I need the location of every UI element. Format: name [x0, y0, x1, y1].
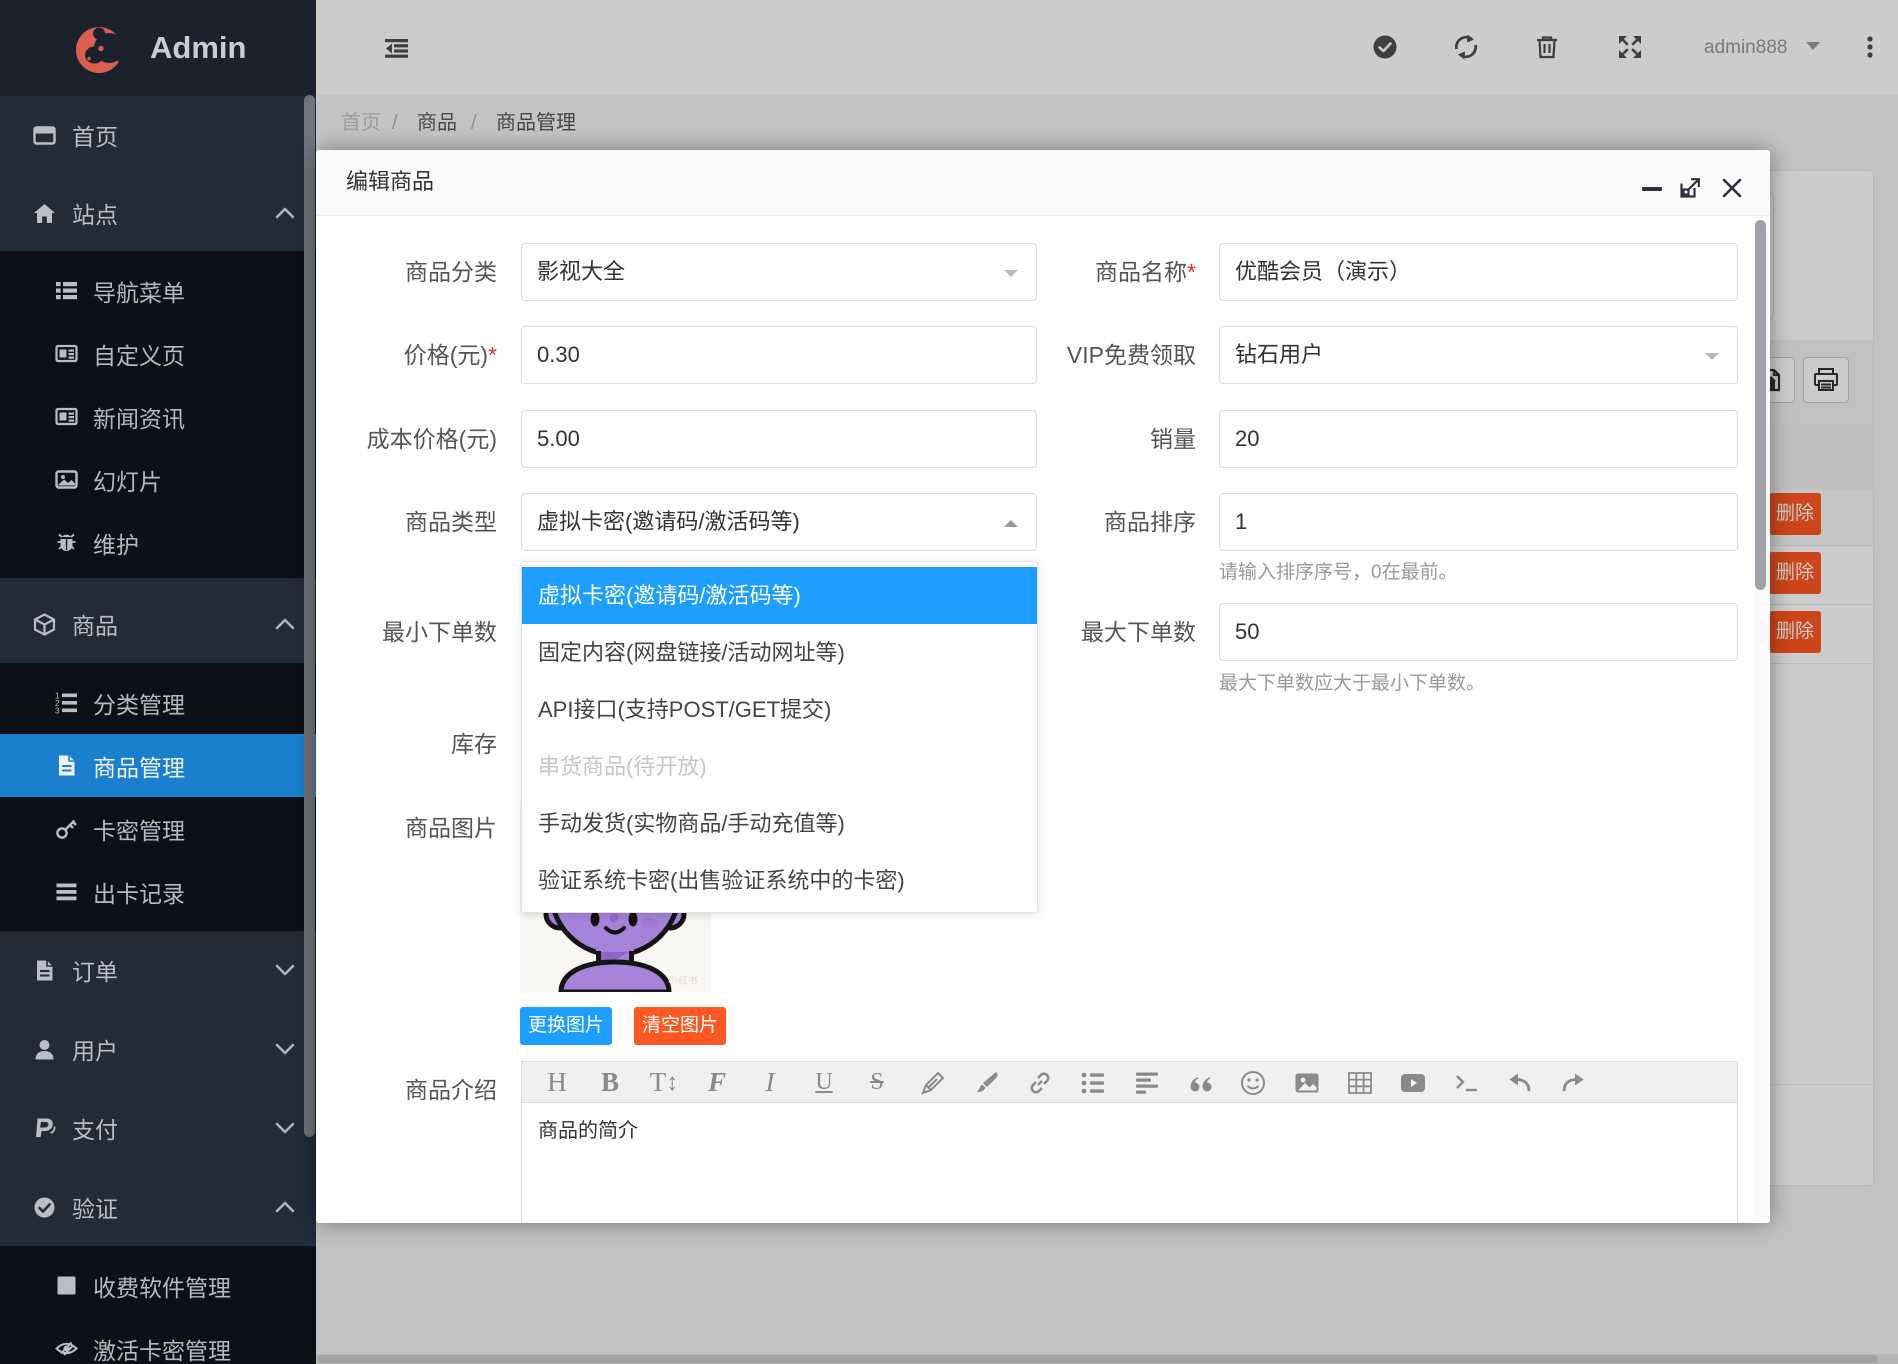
svg-text:小红书: 小红书: [668, 974, 698, 987]
svg-text:3: 3: [55, 707, 60, 715]
